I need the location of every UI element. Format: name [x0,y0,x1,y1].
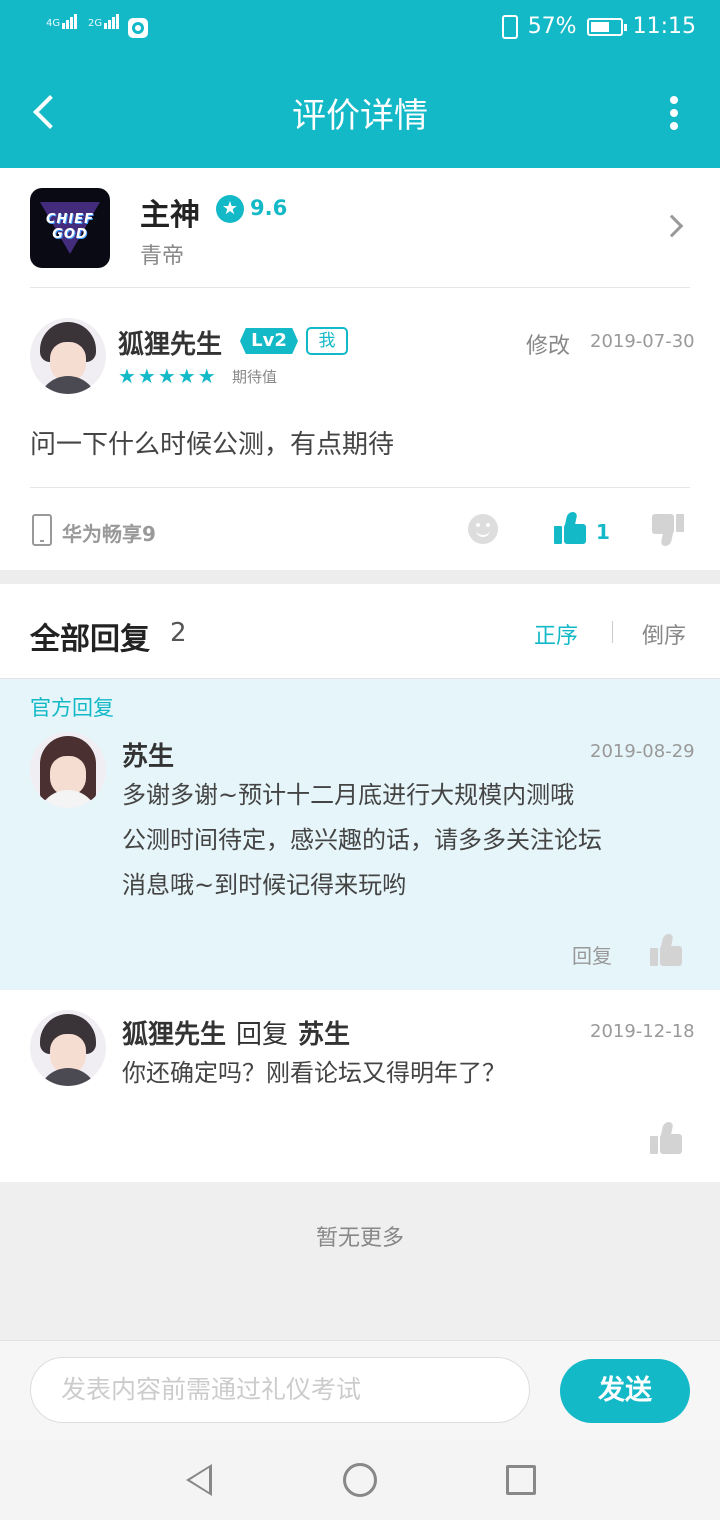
reply-target[interactable]: 苏生 [298,1020,350,1050]
game-card[interactable]: CHIEF GOD 主神 ★ 9.6 青帝 [0,168,720,288]
emoji-icon[interactable] [468,514,498,544]
thumbs-down-icon[interactable] [652,514,684,546]
replies-count: 2 [170,618,187,648]
clock: 11:15 [632,14,696,39]
reply-text-line: 公测时间待定，感兴趣的话，请多多关注论坛 [122,826,602,854]
nav-back-icon[interactable] [186,1464,212,1496]
level-badge: Lv2 [240,328,298,354]
game-score: 9.6 [250,196,288,220]
reply-date: 2019-12-18 [590,1021,695,1042]
vibrate-icon [501,14,518,39]
reply-date: 2019-08-29 [590,741,695,762]
nav-recents-icon[interactable] [506,1465,536,1495]
avatar[interactable] [30,1010,106,1086]
sort-separator [612,621,613,643]
no-more-text: 暂无更多 [315,1226,404,1251]
thumbs-up-icon[interactable] [650,934,682,966]
sort-descending-tab[interactable]: 倒序 [642,618,686,650]
thumbs-up-icon[interactable] [554,512,586,544]
status-bar: 4G 2G 57% 11:15 [0,0,720,56]
review-date: 2019-07-30 [590,331,695,352]
rating-label: 期待值 [232,368,278,386]
divider [30,487,690,488]
list-footer [0,1182,720,1340]
reply-text: 你还确定吗？刚看论坛又得明年了？ [122,1059,506,1087]
game-developer: 青帝 [140,244,185,269]
phone-icon [32,514,52,546]
avatar[interactable] [30,318,106,394]
device-name: 华为畅享9 [62,522,156,546]
reply-username: 狐狸先生 回复 苏生 [122,1014,350,1051]
thumbs-up-icon[interactable] [650,1122,682,1154]
official-reply-label: 官方回复 [30,696,114,720]
section-gap [0,570,720,584]
edit-button[interactable]: 修改 [526,328,570,360]
avatar[interactable] [30,732,106,808]
star-badge-icon: ★ [216,195,244,223]
reply-button[interactable]: 回复 [572,940,612,969]
game-name: 主神 [140,198,200,233]
reply-text-line: 消息哦~到时候记得来玩哟 [122,871,407,899]
reply-author[interactable]: 狐狸先生 [122,1020,226,1050]
replies-title: 全部回复 [30,622,150,657]
review-text: 问一下什么时候公测，有点期待 [30,430,395,460]
signal-icon: 4G [46,14,78,29]
battery-icon [586,17,627,36]
review-username[interactable]: 狐狸先生 [118,324,222,361]
game-icon: CHIEF GOD [30,188,110,268]
reply-username[interactable]: 苏生 [122,736,174,773]
comment-input[interactable]: 发表内容前需通过礼仪考试 [30,1357,530,1423]
sort-ascending-tab[interactable]: 正序 [534,618,578,650]
game-logo-text: CHIEF GOD [45,212,95,242]
rating-stars: ★★★★★ [118,364,218,388]
nav-home-icon[interactable] [343,1463,377,1497]
like-count: 1 [596,520,610,544]
me-badge: 我 [306,327,348,355]
app-notification-icon [128,18,148,38]
reply-text-line: 多谢多谢~预计十二月底进行大规模内测哦 [122,781,575,809]
battery-percent: 57% [527,14,577,39]
send-button[interactable]: 发送 [560,1359,690,1423]
chevron-right-icon [660,214,684,238]
signal-icon: 2G [88,14,120,29]
more-options-icon[interactable] [668,96,680,130]
divider [30,287,690,288]
page-title: 评价详情 [292,96,428,136]
reply-word: 回复 [236,1020,289,1050]
